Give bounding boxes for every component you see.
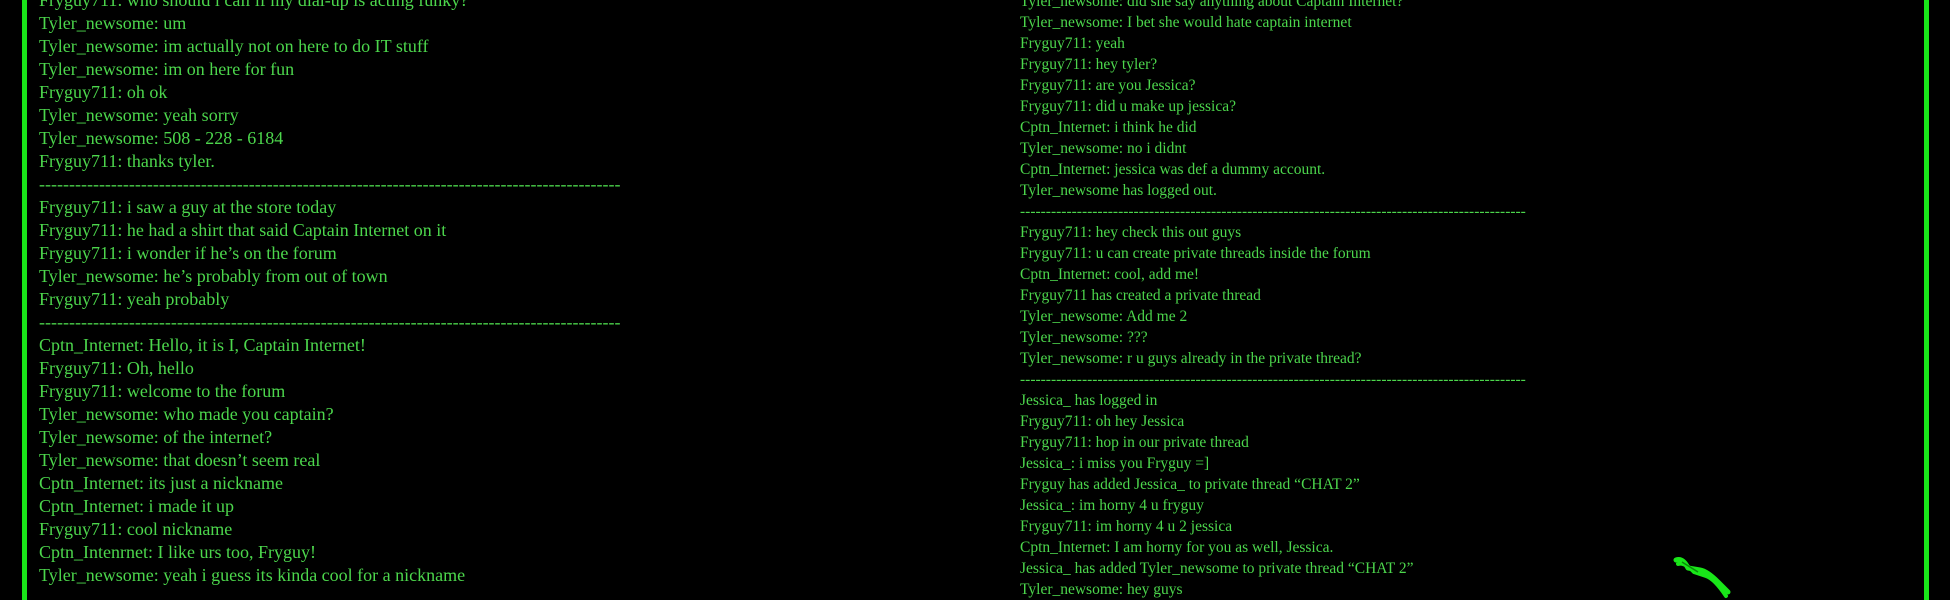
chat-message: Fryguy711: did u make up jessica? xyxy=(1020,98,1236,115)
chat-message: Fryguy711: welcome to the forum xyxy=(39,381,286,401)
chat-message: Fryguy711: yeah probably xyxy=(39,289,230,309)
chat-message: Tyler_newsome: yeah i guess its kinda co… xyxy=(39,565,466,585)
chat-message: Tyler_newsome: no i didnt xyxy=(1020,140,1187,157)
chat-message: Cptn_Internet: Hello, it is I, Captain I… xyxy=(39,335,366,355)
chat-message: Tyler_newsome: of the internet? xyxy=(39,427,273,447)
right-border-line xyxy=(1924,0,1929,600)
chat-message: Tyler_newsome: um xyxy=(39,13,187,33)
chat-message: Fryguy has added Jessica_ to private thr… xyxy=(1020,476,1360,493)
chat-message: Cptn_Internet: cool, add me! xyxy=(1020,266,1200,283)
chat-message: Tyler_newsome: did she say anything abou… xyxy=(1020,0,1404,10)
divider: ----------------------------------------… xyxy=(1020,371,1526,388)
chat-message: Cptn_Internet: jessica was def a dummy a… xyxy=(1020,161,1326,178)
chat-message: Tyler_newsome: I bet she would hate capt… xyxy=(1020,14,1352,31)
chat-message: Tyler_newsome: r u guys already in the p… xyxy=(1020,350,1362,367)
chat-message: Cptn_Internet: i made it up xyxy=(39,496,234,516)
chat-message: Fryguy711: hey tyler? xyxy=(1020,56,1158,73)
chat-message: Fryguy711: thanks tyler. xyxy=(39,151,215,171)
left-chat-log: Fryguy711: who should i call if my dial-… xyxy=(39,0,654,587)
chat-message: Tyler_newsome: im on here for fun xyxy=(39,59,295,79)
chat-message: Fryguy711: Oh, hello xyxy=(39,358,194,378)
chat-message: Cptn_Intenrnet: I like urs too, Fryguy! xyxy=(39,542,316,562)
chat-message: Fryguy711: im horny 4 u 2 jessica xyxy=(1020,518,1233,535)
left-border-line xyxy=(22,0,27,600)
chat-message: Jessica_ has added Tyler_newsome to priv… xyxy=(1020,560,1414,577)
chat-message: Tyler_newsome: 508 - 228 - 6184 xyxy=(39,128,284,148)
chat-message: Fryguy711: he had a shirt that said Capt… xyxy=(39,220,447,240)
chat-message: Jessica_: i miss you Fryguy =] xyxy=(1020,455,1210,472)
chat-message: Fryguy711: i wonder if he’s on the forum xyxy=(39,243,337,263)
chat-message: Jessica_ has logged in xyxy=(1020,392,1158,409)
chat-message: Tyler_newsome: he’s probably from out of… xyxy=(39,266,388,286)
chat-message: Fryguy711 has created a private thread xyxy=(1020,287,1261,304)
chat-message: Tyler_newsome: im actually not on here t… xyxy=(39,36,429,56)
divider: ----------------------------------------… xyxy=(39,174,621,194)
chat-message: Fryguy711: hop in our private thread xyxy=(1020,434,1249,451)
chat-message: Fryguy711: oh hey Jessica xyxy=(1020,413,1185,430)
chat-message: Tyler_newsome: who made you captain? xyxy=(39,404,334,424)
chat-message: Tyler_newsome: hey guys xyxy=(1020,581,1183,598)
pointing-hand-icon xyxy=(1672,556,1732,600)
chat-message: Fryguy711: i saw a guy at the store toda… xyxy=(39,197,337,217)
divider: ----------------------------------------… xyxy=(39,312,621,332)
chat-forum-screen: Fryguy711: who should i call if my dial-… xyxy=(0,0,1950,600)
chat-message: Fryguy711: yeah xyxy=(1020,35,1125,52)
chat-message: Tyler_newsome has logged out. xyxy=(1020,182,1217,199)
chat-message: Cptn_Internet: I am horny for you as wel… xyxy=(1020,539,1334,556)
right-chat-log: Tyler_newsome: did she say anything abou… xyxy=(1020,0,1580,600)
chat-message: Fryguy711: who should i call if my dial-… xyxy=(39,0,469,10)
chat-message: Fryguy711: u can create private threads … xyxy=(1020,245,1371,262)
chat-message: Cptn_Internet: its just a nickname xyxy=(39,473,283,493)
chat-message: Fryguy711: are you Jessica? xyxy=(1020,77,1196,94)
chat-message: Jessica_: im horny 4 u fryguy xyxy=(1020,497,1204,514)
chat-message: Tyler_newsome: that doesn’t seem real xyxy=(39,450,321,470)
chat-message: Fryguy711: hey check this out guys xyxy=(1020,224,1242,241)
chat-message: Tyler_newsome: Add me 2 xyxy=(1020,308,1188,325)
chat-message: Fryguy711: cool nickname xyxy=(39,519,233,539)
chat-message: Fryguy711: oh ok xyxy=(39,82,168,102)
chat-message: Tyler_newsome: ??? xyxy=(1020,329,1148,346)
divider: ----------------------------------------… xyxy=(1020,203,1526,220)
chat-message: Cptn_Internet: i think he did xyxy=(1020,119,1197,136)
chat-message: Tyler_newsome: yeah sorry xyxy=(39,105,239,125)
